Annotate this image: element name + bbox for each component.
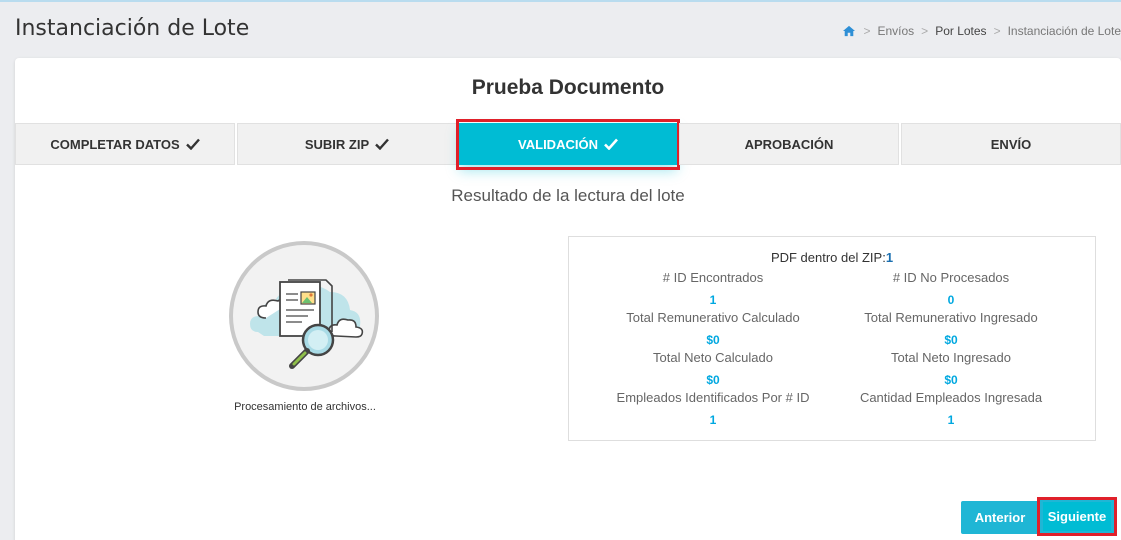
metric-cantidad-empleados-ingresada: Cantidad Empleados Ingresada 1 — [819, 390, 1083, 430]
results-column-right: # ID No Procesados 0 Total Remunerativo … — [819, 270, 1083, 430]
page-title: Instanciación de Lote — [15, 16, 250, 41]
metric-label: Cantidad Empleados Ingresada — [859, 390, 1043, 405]
next-button[interactable]: Siguiente — [1037, 497, 1117, 536]
page-header: Instanciación de Lote > Envíos > Por Lot… — [0, 2, 1121, 56]
breadcrumb-separator: > — [993, 24, 1001, 38]
metric-value: $0 — [706, 333, 720, 347]
metric-id-encontrados: # ID Encontrados 1 — [581, 270, 845, 310]
card-title: Prueba Documento — [471, 76, 665, 99]
step-label: Validación — [518, 136, 598, 152]
metric-value: 1 — [947, 413, 955, 427]
pdf-count-label: PDF dentro del ZIP: — [770, 250, 886, 265]
breadcrumb-separator: > — [921, 24, 929, 38]
wizard-card: Prueba Documento Completar Datos Subir Z… — [15, 58, 1121, 540]
check-icon — [375, 138, 390, 150]
metric-label: Total Neto Calculado — [653, 350, 773, 365]
breadcrumb-separator: > — [863, 24, 871, 38]
metric-total-neto-calculado: Total Neto Calculado $0 — [581, 350, 845, 390]
breadcrumb-item-envios[interactable]: Envíos — [877, 24, 914, 38]
step-envio[interactable]: Envío — [901, 123, 1121, 165]
pdf-count-value: 1 — [885, 250, 894, 265]
breadcrumb-item-por-lotes[interactable]: Por Lotes — [935, 24, 986, 38]
metric-total-remunerativo-calculado: Total Remunerativo Calculado $0 — [581, 310, 845, 350]
metric-value: 0 — [947, 293, 955, 307]
pdf-count-line: PDF dentro del ZIP:1 — [569, 250, 1095, 265]
metric-total-neto-ingresado: Total Neto Ingresado $0 — [819, 350, 1083, 390]
metric-value: 1 — [709, 413, 717, 427]
metric-id-no-procesados: # ID No Procesados 0 — [819, 270, 1083, 310]
check-icon — [185, 138, 200, 150]
step-label: Aprobación — [744, 136, 834, 152]
breadcrumb-item-current: Instanciación de Lote — [1007, 24, 1121, 38]
step-label: Subir ZIP — [304, 136, 370, 152]
home-icon[interactable] — [842, 25, 856, 37]
metric-label: # ID Encontrados — [662, 270, 764, 285]
metric-label: Total Remunerativo Calculado — [626, 310, 800, 325]
breadcrumb: > Envíos > Por Lotes > Instanciación de … — [842, 24, 1121, 38]
wizard-steps: Completar Datos Subir ZIP Validación Apr… — [15, 119, 1121, 170]
check-icon — [604, 138, 618, 150]
step-aprobacion[interactable]: Aprobación — [679, 123, 899, 165]
metric-value: $0 — [944, 373, 958, 387]
results-panel: PDF dentro del ZIP:1 # ID Encontrados 1 … — [568, 236, 1096, 441]
metric-total-remunerativo-ingresado: Total Remunerativo Ingresado $0 — [819, 310, 1083, 350]
metric-label: Empleados Identificados Por # ID — [616, 390, 810, 405]
metric-label: Total Remunerativo Ingresado — [864, 310, 1038, 325]
metric-value: $0 — [944, 333, 958, 347]
results-column-left: # ID Encontrados 1 Total Remunerativo Ca… — [581, 270, 845, 430]
result-subtitle: Resultado de la lectura del lote — [451, 186, 685, 205]
next-button-label: Siguiente — [1043, 502, 1111, 531]
step-subir-zip[interactable]: Subir ZIP — [237, 123, 457, 165]
metric-empleados-identificados: Empleados Identificados Por # ID 1 — [581, 390, 845, 430]
metric-label: Total Neto Ingresado — [891, 350, 1011, 365]
step-completar-datos[interactable]: Completar Datos — [15, 123, 235, 165]
previous-button[interactable]: Anterior — [961, 501, 1039, 534]
metric-value: $0 — [706, 373, 720, 387]
step-label: Completar Datos — [50, 136, 180, 152]
step-validacion[interactable]: Validación — [456, 119, 680, 170]
document-search-icon — [229, 241, 379, 391]
metric-value: 1 — [709, 293, 717, 307]
process-label: Procesamiento de archivos... — [234, 401, 376, 413]
metric-label: # ID No Procesados — [892, 270, 1010, 285]
step-label: Envío — [990, 136, 1032, 152]
